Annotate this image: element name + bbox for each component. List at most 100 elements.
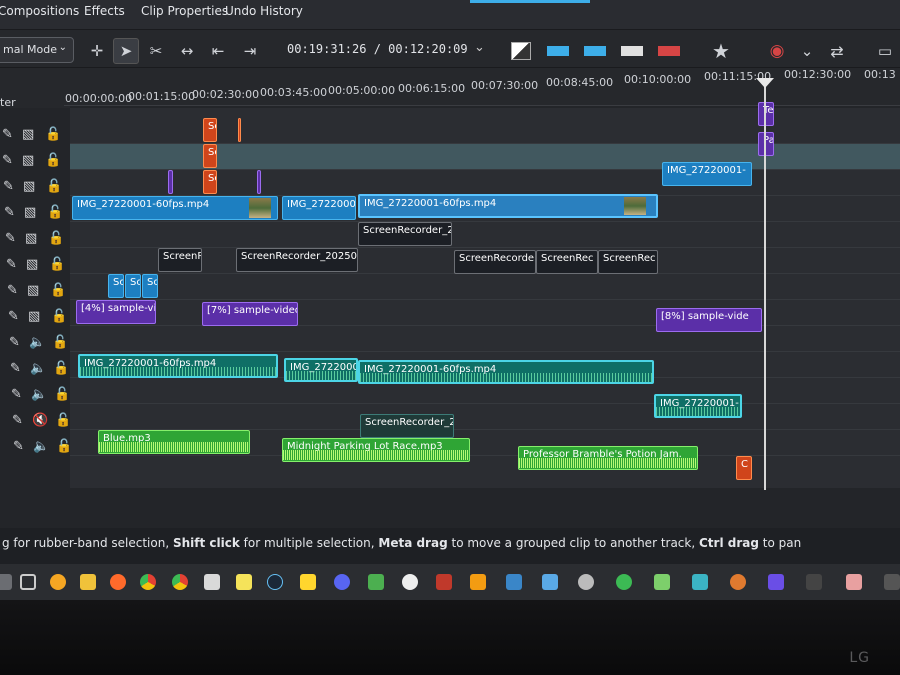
timeline-clip[interactable]: IMG_27220001-60fps.mp4 — [358, 194, 658, 218]
timeline-clip[interactable]: Midnight Parking Lot Race.mp3 — [282, 438, 470, 462]
timeline-clip[interactable]: IMG_27220001- — [654, 394, 742, 418]
app-icon[interactable] — [542, 574, 558, 590]
select-tool-icon[interactable]: ➤ — [113, 38, 139, 64]
app-icon[interactable] — [436, 574, 452, 590]
lock-icon[interactable]: 🔓 — [45, 127, 61, 142]
effect-wand-icon[interactable]: ✎ — [4, 205, 15, 220]
speaker-icon[interactable]: 🔈 — [31, 387, 47, 402]
speaker-muted-icon[interactable]: 🔇 — [32, 413, 48, 428]
speaker-icon[interactable]: 🔈 — [29, 335, 45, 350]
lock-icon[interactable]: 🔓 — [53, 361, 69, 376]
lock-icon[interactable]: 🔓 — [55, 413, 71, 428]
lift-zone-icon[interactable] — [658, 46, 680, 56]
timeline-clip[interactable]: Pa — [758, 132, 774, 156]
timeline-clip[interactable]: Sc — [142, 274, 158, 298]
app-icon[interactable] — [470, 574, 486, 590]
timeline-clip[interactable]: [7%] sample-video — [202, 302, 298, 326]
timeline-clip[interactable]: Sc — [108, 274, 124, 298]
app-icon[interactable] — [300, 574, 316, 590]
app-icon[interactable] — [654, 574, 670, 590]
film-icon[interactable]: ▧ — [22, 153, 34, 168]
spacer-tool-icon-2[interactable]: ↔ — [174, 38, 200, 64]
record-icon[interactable]: ◉ — [764, 38, 790, 64]
speaker-icon[interactable]: 🔈 — [30, 361, 46, 376]
speaker-icon[interactable]: 🔈 — [33, 439, 49, 454]
insert-clip-icon[interactable] — [547, 46, 569, 56]
lock-icon[interactable]: 🔓 — [49, 257, 65, 272]
chevron-down-icon[interactable]: ⌄ — [794, 38, 820, 64]
search-icon[interactable] — [0, 574, 12, 590]
track-lane-v1[interactable] — [70, 300, 900, 326]
track-lane-a1[interactable] — [70, 326, 900, 352]
film-icon[interactable]: ▧ — [28, 309, 40, 324]
settings-sliders-icon[interactable]: ⇄ — [824, 38, 850, 64]
lock-icon[interactable]: 🔓 — [50, 283, 66, 298]
task-view-icon[interactable] — [20, 574, 36, 590]
playhead-line[interactable] — [764, 80, 766, 490]
timeline-clip[interactable]: C — [736, 456, 752, 480]
app-icon[interactable] — [402, 574, 418, 590]
chrome-icon[interactable] — [172, 574, 188, 590]
film-icon[interactable]: ▧ — [26, 257, 38, 272]
effect-wand-icon[interactable]: ✎ — [9, 335, 20, 350]
timeline-clip[interactable] — [168, 170, 173, 194]
app-icon[interactable] — [578, 574, 594, 590]
overwrite-clip-icon[interactable] — [584, 46, 606, 56]
lock-icon[interactable]: 🔓 — [51, 309, 67, 324]
file-explorer-icon[interactable] — [80, 574, 96, 590]
lock-icon[interactable]: 🔓 — [48, 231, 64, 246]
app-icon[interactable] — [204, 574, 220, 590]
effect-wand-icon[interactable]: ✎ — [13, 439, 24, 454]
app-icon[interactable] — [692, 574, 708, 590]
firefox-icon[interactable] — [110, 574, 126, 590]
timeline-clip[interactable]: IMG_27220001- — [284, 358, 358, 382]
screen-icon[interactable]: ▭ — [872, 38, 898, 64]
effect-wand-icon[interactable]: ✎ — [8, 309, 19, 324]
tab-clip-properties[interactable]: Clip Properties — [141, 4, 228, 18]
track-lane-v2[interactable] — [70, 274, 900, 300]
timeline-clip[interactable] — [257, 170, 261, 194]
effect-wand-icon[interactable]: ✎ — [3, 179, 14, 194]
chevron-down-icon[interactable]: ⌄ — [474, 40, 485, 55]
effect-wand-icon[interactable]: ✎ — [2, 153, 13, 168]
lock-icon[interactable]: 🔓 — [45, 153, 61, 168]
film-icon[interactable]: ▧ — [25, 231, 37, 246]
spacer-tool-icon[interactable]: ✛ — [84, 38, 110, 64]
timeline-clip[interactable]: Se — [203, 170, 217, 194]
lock-icon[interactable]: 🔓 — [52, 335, 68, 350]
film-icon[interactable]: ▧ — [23, 179, 35, 194]
timeline-clip[interactable]: Sc — [125, 274, 141, 298]
timecode-display[interactable]: 00:19:31:26 / 00:12:20:09 — [287, 42, 468, 56]
tab-effects[interactable]: Effects — [84, 4, 125, 18]
effect-wand-icon[interactable]: ✎ — [10, 361, 21, 376]
timeline-clip[interactable]: IMG_27220001-60fps.mp4 — [78, 354, 278, 378]
timeline-clip[interactable]: IMG_27220001- — [282, 196, 356, 220]
tab-undo-history[interactable]: Undo History — [225, 4, 303, 18]
favorite-star-icon[interactable]: ★ — [708, 38, 734, 64]
track-lane-v4[interactable] — [70, 222, 900, 248]
effect-wand-icon[interactable]: ✎ — [6, 257, 17, 272]
track-lane-v7[interactable] — [70, 144, 900, 170]
razor-tool-icon[interactable]: ✂ — [143, 38, 169, 64]
discord-icon[interactable] — [334, 574, 350, 590]
timeline-clip[interactable]: [4%] sample-vide — [76, 300, 156, 324]
lock-icon[interactable]: 🔓 — [47, 205, 63, 220]
timeline-clip[interactable]: Se — [203, 144, 217, 168]
ripple-tool-icon[interactable]: ⇤ — [205, 38, 231, 64]
film-icon[interactable]: ▧ — [27, 283, 39, 298]
timeline-clip[interactable]: [8%] sample-vide — [656, 308, 762, 332]
effect-wand-icon[interactable]: ✎ — [11, 387, 22, 402]
timeline-clip[interactable] — [238, 118, 241, 142]
timeline-clip[interactable]: ScreenRe — [158, 248, 202, 272]
timeline-clip[interactable]: ScreenRec — [536, 250, 598, 274]
timeline-clip[interactable]: ScreenRecorder_2025050 — [236, 248, 358, 272]
multitrack-view-icon[interactable] — [511, 42, 531, 60]
timeline-clip[interactable]: ScreenRecorder_2 — [358, 222, 452, 246]
timeline-clip[interactable]: ScreenRec — [598, 250, 658, 274]
slip-tool-icon[interactable]: ⇥ — [237, 38, 263, 64]
timeline-tracks[interactable]: Se Te Se Pa Se IMG_27220001- IMG_2722000… — [70, 102, 900, 488]
film-icon[interactable]: ▧ — [22, 127, 34, 142]
app-icon[interactable] — [616, 574, 632, 590]
app-icon[interactable] — [506, 574, 522, 590]
timeline-clip[interactable]: Te — [758, 102, 774, 126]
